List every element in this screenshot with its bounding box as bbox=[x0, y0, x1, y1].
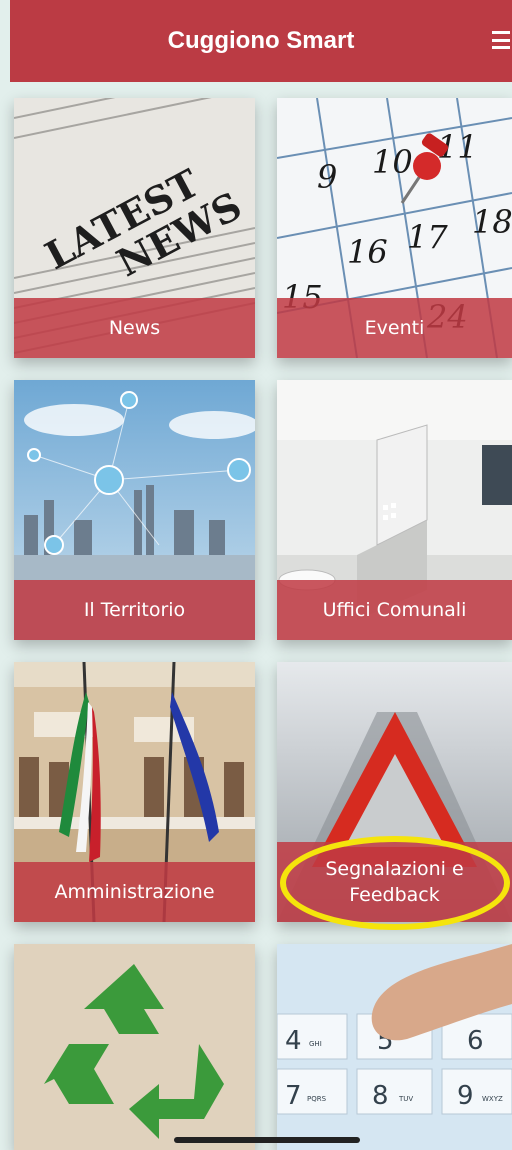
svg-text:GHI: GHI bbox=[309, 1040, 322, 1048]
tile-caption: Uffici Comunali bbox=[277, 580, 512, 640]
tile-label-news: News bbox=[108, 317, 161, 339]
tile-amministrazione[interactable]: Amministrazione bbox=[14, 662, 255, 922]
app-header: Cuggiono Smart bbox=[10, 0, 512, 82]
highlight-circle bbox=[280, 836, 510, 930]
svg-text:9: 9 bbox=[457, 1081, 474, 1111]
tile-caption: News bbox=[14, 298, 255, 358]
tile-news[interactable]: LATEST NEWS News bbox=[14, 98, 255, 358]
svg-text:10: 10 bbox=[372, 143, 413, 181]
home-indicator[interactable] bbox=[174, 1137, 360, 1143]
tile-caption: Eventi bbox=[277, 298, 512, 358]
tile-recycle[interactable] bbox=[14, 944, 255, 1150]
tile-caption: Il Territorio bbox=[14, 580, 255, 640]
network-node-icon bbox=[94, 465, 124, 495]
svg-text:4: 4 bbox=[285, 1026, 302, 1056]
recycle-image bbox=[14, 944, 255, 1150]
tile-caption: Amministrazione bbox=[14, 862, 255, 922]
tile-eventi[interactable]: 9 10 11 16 17 18 15 24 Eventi bbox=[277, 98, 512, 358]
svg-text:TUV: TUV bbox=[398, 1095, 413, 1103]
svg-text:7: 7 bbox=[285, 1081, 302, 1111]
tile-uffici-comunali[interactable]: Uffici Comunali bbox=[277, 380, 512, 640]
svg-text:6: 6 bbox=[467, 1026, 484, 1056]
keypad-image: 4 GHI 5 6 7 PQRS 8 TUV 9 WXYZ bbox=[277, 944, 512, 1150]
tile-label-eventi: Eventi bbox=[364, 317, 425, 339]
svg-text:16: 16 bbox=[347, 233, 388, 271]
svg-text:17: 17 bbox=[407, 218, 448, 256]
svg-text:9: 9 bbox=[317, 158, 337, 196]
svg-text:18: 18 bbox=[472, 203, 512, 241]
app-title: Cuggiono Smart bbox=[167, 27, 355, 54]
tile-label-uffici-comunali: Uffici Comunali bbox=[322, 599, 467, 621]
tile-label-il-territorio: Il Territorio bbox=[83, 599, 186, 621]
tile-il-territorio[interactable]: Il Territorio bbox=[14, 380, 255, 640]
tile-label-amministrazione: Amministrazione bbox=[54, 881, 215, 903]
svg-text:PQRS: PQRS bbox=[307, 1095, 327, 1103]
svg-text:8: 8 bbox=[372, 1081, 389, 1111]
hamburger-menu-icon[interactable] bbox=[492, 30, 512, 50]
tile-phone-keypad[interactable]: 4 GHI 5 6 7 PQRS 8 TUV 9 WXYZ bbox=[277, 944, 512, 1150]
svg-text:WXYZ: WXYZ bbox=[482, 1095, 503, 1103]
